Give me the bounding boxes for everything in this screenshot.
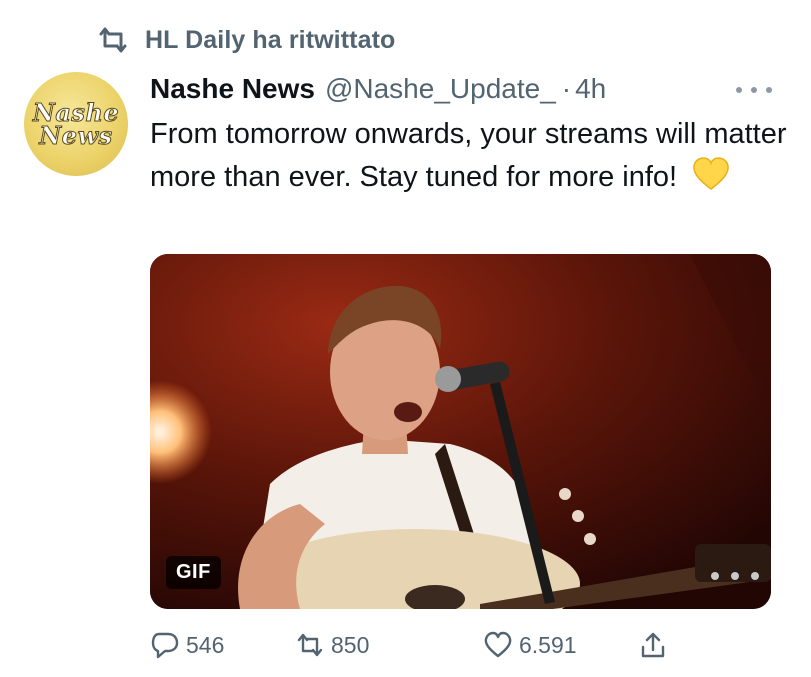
avatar-text-line2: News (39, 121, 113, 150)
tweet-header: Nashe News @Nashe_Update_ · 4h (150, 70, 606, 108)
share-icon (641, 632, 665, 658)
avatar[interactable]: Nashe News (24, 72, 128, 176)
reply-count: 546 (186, 631, 225, 658)
tweet-timestamp[interactable]: 4h (575, 73, 606, 105)
separator-dot: · (561, 73, 572, 104)
retweet-icon (297, 633, 323, 657)
like-button[interactable]: 6.591 (483, 625, 577, 665)
tweet-body: From tomorrow onwards, your streams will… (150, 113, 790, 199)
concert-photo (150, 254, 771, 609)
retweet-icon (99, 27, 127, 53)
more-icon-dot (736, 87, 742, 93)
more-icon-dot (766, 87, 772, 93)
tweet-actions: 546 850 6.591 (150, 625, 710, 665)
author-name[interactable]: Nashe News (150, 73, 315, 105)
reply-button[interactable]: 546 (150, 625, 224, 665)
like-count: 6.591 (519, 631, 577, 658)
gif-badge: GIF (166, 556, 221, 589)
gif-media[interactable]: GIF (150, 254, 771, 609)
reply-icon (151, 632, 179, 659)
more-options-button[interactable] (736, 78, 772, 102)
retweet-button[interactable]: 850 (295, 625, 369, 665)
share-button[interactable] (638, 625, 674, 665)
yellow-heart-icon (693, 157, 729, 190)
author-handle[interactable]: @Nashe_Update_ (325, 73, 556, 105)
heart-icon (484, 631, 512, 658)
retweet-label: HL Daily ha ritwittato (145, 25, 396, 54)
more-icon-dot (751, 87, 757, 93)
retweet-indicator[interactable]: HL Daily ha ritwittato (95, 24, 395, 56)
retweet-count: 850 (331, 631, 370, 658)
